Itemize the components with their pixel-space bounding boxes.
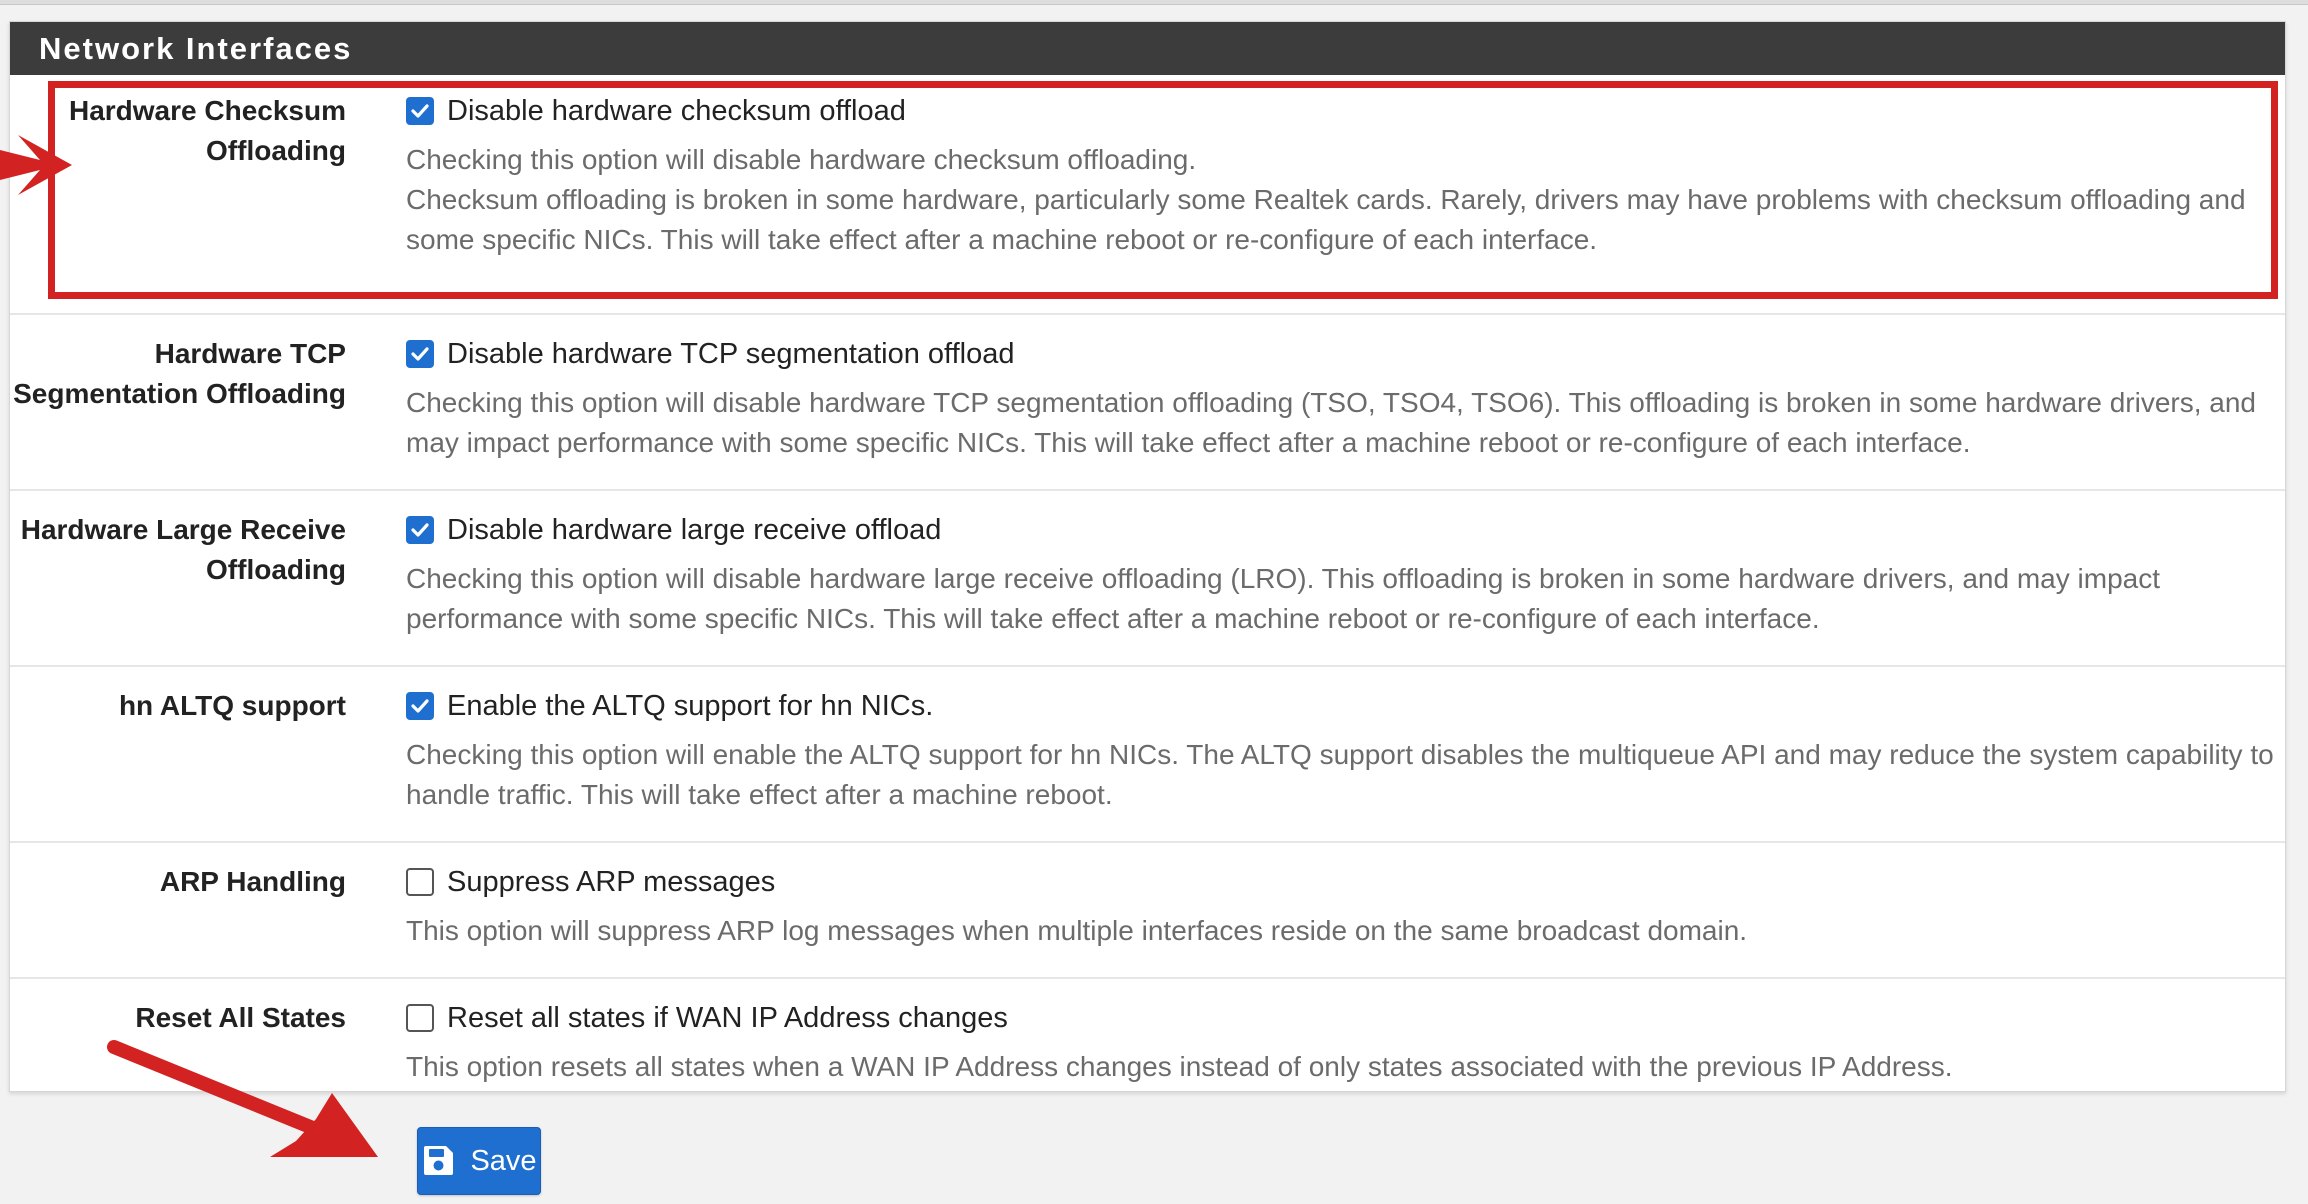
setting-content: Reset all states if WAN IP Address chang… (406, 998, 2267, 1087)
setting-label: ARP Handling (159, 866, 346, 897)
setting-content: Disable hardware large receive offload C… (406, 510, 2267, 639)
help-text: Checking this option will enable the ALT… (406, 739, 2274, 810)
checkbox-disable-large-receive[interactable]: Disable hardware large receive offload (406, 510, 2267, 550)
checkbox-label: Reset all states if WAN IP Address chang… (447, 1001, 1008, 1034)
checkbox-label: Disable hardware large receive offload (447, 513, 942, 546)
top-strip (0, 0, 2308, 5)
checkbox-label: Enable the ALTQ support for hn NICs. (447, 689, 934, 722)
help-text: This option will suppress ARP log messag… (406, 915, 1748, 946)
floppy-disk-icon (421, 1144, 455, 1178)
setting-row-arp-handling: ARP Handling Suppress ARP messages This … (10, 843, 2285, 979)
help-text: Checking this option will disable hardwa… (406, 144, 2246, 255)
help-text: Checking this option will disable hardwa… (406, 387, 2256, 458)
checkbox-checked-icon[interactable] (406, 97, 434, 125)
setting-content: Enable the ALTQ support for hn NICs. Che… (406, 686, 2274, 815)
save-button-label: Save (470, 1144, 537, 1177)
checkbox-disable-tcp-segmentation[interactable]: Disable hardware TCP segmentation offloa… (406, 334, 2267, 374)
help-text: This option resets all states when a WAN… (406, 1051, 1953, 1082)
checkbox-label: Suppress ARP messages (447, 865, 776, 898)
setting-content: Suppress ARP messages This option will s… (406, 862, 2267, 951)
setting-row-reset-all-states: Reset All States Reset all states if WAN… (10, 979, 2285, 1093)
checkbox-reset-states-wan-change[interactable]: Reset all states if WAN IP Address chang… (406, 998, 2267, 1038)
setting-row-hn-altq: hn ALTQ support Enable the ALTQ support … (10, 667, 2285, 843)
setting-content: Disable hardware TCP segmentation offloa… (406, 334, 2267, 463)
setting-content: Disable hardware checksum offload Checki… (406, 91, 2267, 260)
setting-label: Reset All States (135, 1002, 346, 1033)
setting-label: Hardware Large Receive Offloading (20, 514, 346, 585)
setting-label: hn ALTQ support (118, 690, 346, 721)
checkbox-label: Disable hardware TCP segmentation offloa… (447, 337, 1015, 370)
checkbox-checked-icon[interactable] (406, 516, 434, 544)
checkbox-checked-icon[interactable] (406, 340, 434, 368)
setting-row-hardware-tcp-segmentation: Hardware TCP Segmentation Offloading Dis… (10, 315, 2285, 491)
checkbox-label: Disable hardware checksum offload (447, 94, 906, 127)
checkbox-suppress-arp[interactable]: Suppress ARP messages (406, 862, 2267, 902)
network-interfaces-panel: Network Interfaces Hardware Checksum Off… (9, 21, 2286, 1092)
setting-row-hardware-large-receive: Hardware Large Receive Offloading Disabl… (10, 491, 2285, 667)
setting-label: Hardware TCP Segmentation Offloading (13, 338, 346, 409)
save-button[interactable]: Save (417, 1127, 541, 1195)
help-text: Checking this option will disable hardwa… (406, 563, 2160, 634)
checkbox-enable-altq[interactable]: Enable the ALTQ support for hn NICs. (406, 686, 2267, 726)
setting-label: Hardware Checksum Offloading (68, 95, 346, 166)
setting-row-hardware-checksum: Hardware Checksum Offloading Disable har… (10, 75, 2285, 315)
checkbox-disable-hardware-checksum[interactable]: Disable hardware checksum offload (406, 91, 2267, 131)
checkbox-unchecked-icon[interactable] (406, 1004, 434, 1032)
checkbox-unchecked-icon[interactable] (406, 868, 434, 896)
checkbox-checked-icon[interactable] (406, 692, 434, 720)
panel-title: Network Interfaces (10, 22, 2285, 75)
